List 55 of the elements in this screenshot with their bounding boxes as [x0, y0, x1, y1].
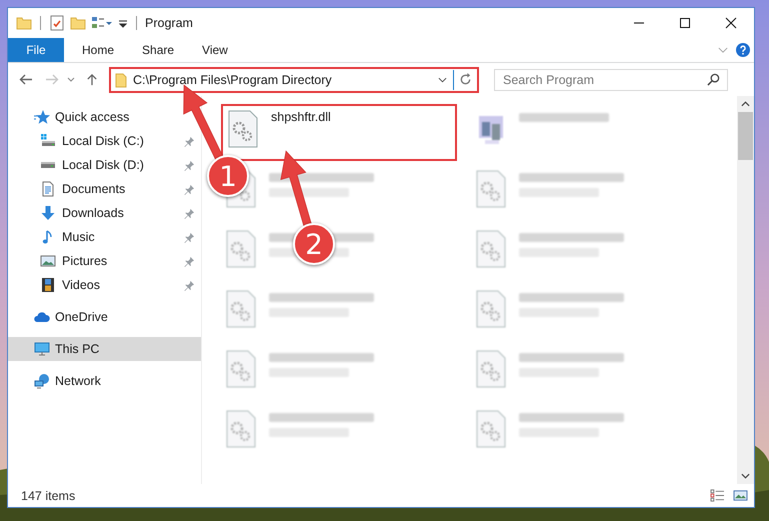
- file-name: shpshftr.dll: [271, 110, 331, 124]
- details-view-icon[interactable]: [710, 489, 725, 502]
- search-icon[interactable]: [707, 72, 720, 86]
- ribbon-tab[interactable]: Home: [68, 38, 128, 62]
- sidebar-item[interactable]: Network: [8, 369, 109, 393]
- pin-icon[interactable]: [184, 280, 195, 290]
- sidebar-item[interactable]: Downloads: [8, 201, 201, 225]
- scrollbar[interactable]: [737, 96, 754, 484]
- sidebar-item[interactable]: Videos: [8, 273, 201, 297]
- star-icon: [34, 109, 50, 125]
- refresh-icon[interactable]: [459, 73, 472, 86]
- scroll-down-icon[interactable]: [741, 473, 750, 479]
- address-path[interactable]: C:\Program Files\Program Directory: [133, 72, 438, 86]
- film-icon: [40, 277, 56, 293]
- picture-icon: [40, 253, 56, 269]
- ribbon-tab[interactable]: View: [188, 38, 242, 62]
- pin-icon[interactable]: [184, 160, 195, 170]
- scroll-thumb[interactable]: [738, 112, 753, 160]
- search-field[interactable]: Search Program: [494, 68, 728, 90]
- view-dropdown-icon[interactable]: [91, 15, 113, 31]
- download-arrow-icon: [40, 205, 56, 221]
- sidebar-item[interactable]: Quick access: [8, 105, 138, 129]
- thumbnail-view-icon[interactable]: [733, 489, 748, 502]
- document-icon: [40, 181, 56, 197]
- drive-icon: [40, 133, 56, 149]
- help-icon[interactable]: [736, 43, 750, 57]
- scroll-up-icon[interactable]: [741, 101, 750, 107]
- pin-icon[interactable]: [184, 256, 195, 266]
- address-bar[interactable]: C:\Program Files\Program Directory: [109, 66, 479, 92]
- chevron-icon[interactable]: [438, 76, 447, 82]
- folder-icon: [115, 72, 127, 88]
- ribbon-tab[interactable]: File: [8, 38, 64, 62]
- folder-icon[interactable]: [16, 15, 32, 31]
- item-count: 147 items: [21, 488, 76, 502]
- sidebar-item[interactable]: Documents: [8, 177, 201, 201]
- sidebar-item[interactable]: Local Disk (C:): [8, 129, 201, 153]
- drive-icon: [41, 162, 55, 168]
- up-arrow-icon[interactable]: [85, 73, 99, 86]
- sidebar-item[interactable]: Music: [8, 225, 201, 249]
- sidebar-item[interactable]: Pictures: [8, 249, 201, 273]
- pin-icon[interactable]: [184, 208, 195, 218]
- folder-icon[interactable]: [70, 15, 86, 31]
- sidebar-item[interactable]: OneDrive: [8, 305, 116, 329]
- pin-icon[interactable]: [184, 232, 195, 242]
- network-icon: [34, 373, 50, 389]
- pin-icon[interactable]: [184, 136, 195, 146]
- pin-icon[interactable]: [184, 184, 195, 194]
- ribbon-tab[interactable]: Share: [128, 38, 188, 62]
- monitor-icon: [34, 341, 50, 357]
- window-title: Program: [145, 16, 193, 30]
- checklist-icon[interactable]: [49, 15, 65, 31]
- sidebar-item[interactable]: This PC: [8, 337, 201, 361]
- sidebar-item[interactable]: Local Disk (D:): [8, 153, 201, 177]
- back-arrow-icon[interactable]: [19, 73, 33, 86]
- file-item[interactable]: shpshftr.dll: [221, 104, 457, 161]
